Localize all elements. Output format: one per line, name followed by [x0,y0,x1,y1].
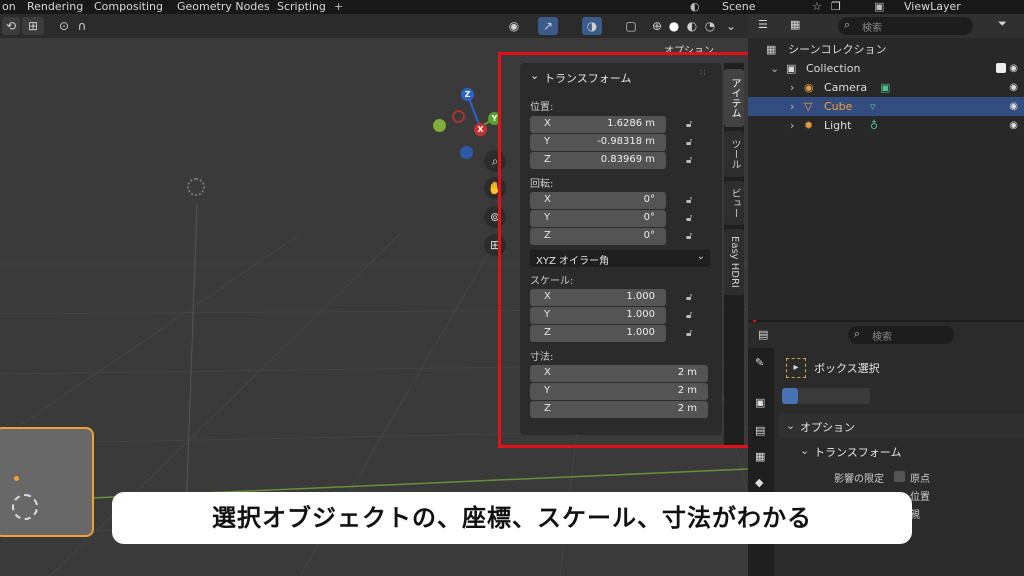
gizmo-x-axis[interactable]: X [474,123,487,136]
output-tab-icon[interactable]: ▤ [755,424,765,437]
list-item-label: Camera [824,81,868,94]
properties-search-input[interactable]: ⌕ 検索 [848,326,954,344]
section-label: オプション [800,421,855,434]
camera-data-icon[interactable]: ▣ [880,78,890,97]
collection-row[interactable]: ⌄ ▣ Collection ◉ [748,59,1024,78]
material-shading-icon[interactable]: ◐ [683,17,701,35]
cube-row[interactable]: › ▽ Cube ▿ ◉ [748,97,1024,116]
gizmo-neg-x[interactable] [452,110,465,123]
editor-type-icon[interactable]: ▤ [758,328,768,341]
scene-collection-row[interactable]: ▦ シーンコレクション [748,40,1024,59]
eye-icon[interactable]: ◉ [1009,97,1018,116]
pin-icon[interactable]: ☆ [812,0,822,14]
chevron-down-icon: ⌄ [786,419,796,432]
tool-name-label: ボックス選択 [814,362,880,375]
origin-label: 原点 [910,474,930,485]
viewport-header: ⟲ ⊞ ⊙ ∩ ◉ ↗ ◑ ▢ ⊕ ● ◐ ◔ ⌄ [0,14,748,38]
gizmo-z-axis[interactable]: Z [461,88,474,101]
section-label: トランスフォーム [814,446,902,459]
gizmo-neg-z[interactable] [460,146,473,159]
outliner-search-input[interactable]: ⌕ 検索 [838,17,973,35]
caption-banner: 選択オブジェクトの、座標、スケール、寸法がわかる [112,492,912,544]
add-workspace-button[interactable]: + [334,0,343,14]
eye-icon[interactable]: ◉ [1009,116,1018,135]
falloff-icon[interactable]: ∩ [73,17,91,35]
tool-tab-icon[interactable]: ✎ [755,356,764,369]
location-label: 位置 [910,492,930,503]
xray-icon[interactable]: ▢ [622,17,640,35]
tab-compositing[interactable]: Compositing [94,0,163,14]
scene-name-field[interactable]: Scene [722,0,756,14]
tab-rendering[interactable]: Rendering [27,0,83,14]
mesh-data-icon[interactable]: ▿ [870,97,876,116]
collection-icon: ▣ [786,62,797,75]
light-icon: ✹ [804,119,814,132]
checkbox-icon[interactable] [996,63,1006,73]
chevron-down-icon[interactable]: ⌄ [770,59,779,78]
select-mode-new-icon[interactable] [782,388,798,404]
affect-only-label: 影響の限定 [834,474,884,485]
workspace-tab-bar: on Rendering Compositing Geometry Nodes … [0,0,1024,14]
outliner-header: ☰ ▦ ⌕ 検索 ⏷ [748,14,1024,38]
tab-geometry-nodes[interactable]: Geometry Nodes [177,0,270,14]
gizmo-neg-y[interactable] [433,119,446,132]
tab-scripting[interactable]: Scripting [277,0,326,14]
view-layer-tab-icon[interactable]: ▦ [755,450,765,463]
options-section[interactable]: ⌄ オプション [778,414,1024,438]
render-tab-icon[interactable]: ▣ [755,396,765,409]
eye-icon[interactable]: ◉ [1009,59,1018,78]
3d-cursor-icon[interactable] [12,494,38,520]
light-row[interactable]: › ✹ Light ♁ ◉ [748,116,1024,135]
select-mode-buttons[interactable] [782,388,870,404]
list-item-label: Collection [806,62,861,75]
origin-checkbox[interactable] [894,471,905,482]
search-placeholder: 検索 [862,23,882,34]
scene-collection-label: シーンコレクション [788,43,887,56]
box-select-icon[interactable]: ▸ [786,358,806,378]
proportional-edit-icon[interactable]: ⊙ [55,17,73,35]
scene-collection-icon: ▦ [766,43,777,56]
chevron-right-icon[interactable]: › [790,78,794,97]
snap-icon[interactable]: ⊞ [22,17,44,35]
display-mode-icon[interactable]: ▦ [790,18,800,31]
transform-subsection[interactable]: ⌄ トランスフォーム [794,440,1024,462]
view-layer-field[interactable]: ViewLayer [904,0,961,14]
highlight-frame [498,52,756,448]
visibility-icon[interactable]: ◉ [505,17,523,35]
scene-icon[interactable]: ◐ [690,0,700,14]
object-origin-dot [14,476,19,481]
tab-layout[interactable]: on [2,0,16,14]
search-placeholder: 検索 [872,332,892,343]
view-layer-icon[interactable]: ▣ [874,0,884,14]
light-object[interactable] [187,178,205,196]
camera-icon: ◉ [804,81,814,94]
mesh-object-icon: ▽ [804,100,813,113]
lasso-select-icon[interactable]: ⟲ [2,17,20,35]
list-item-label: Cube [824,100,853,113]
filter-icon[interactable]: ⏷ [998,17,1007,31]
cube-object[interactable] [0,427,94,537]
chevron-down-icon: ⌄ [800,444,810,457]
gizmo-toggle-icon[interactable]: ↗ [538,17,558,35]
eye-icon[interactable]: ◉ [1009,78,1018,97]
solid-shading-icon[interactable]: ● [665,17,683,35]
editor-type-icon[interactable]: ☰ [758,18,768,31]
chevron-right-icon[interactable]: › [790,116,794,135]
wireframe-shading-icon[interactable]: ⊕ [648,17,666,35]
outliner-panel: ☰ ▦ ⌕ 検索 ⏷ ▦ シーンコレクション ⌄ ▣ Collection ◉ … [748,14,1024,320]
overlay-toggle-icon[interactable]: ◑ [582,17,602,35]
scene-tab-icon[interactable]: ◆ [755,476,763,489]
search-icon: ⌕ [854,327,861,340]
light-data-icon[interactable]: ♁ [870,116,878,135]
chevron-right-icon[interactable]: › [790,97,794,116]
search-icon: ⌕ [844,18,851,31]
new-scene-icon[interactable]: ❐ [831,0,841,14]
camera-row[interactable]: › ◉ Camera ▣ ◉ [748,78,1024,97]
rendered-shading-icon[interactable]: ◔ [701,17,719,35]
list-item-label: Light [824,119,852,132]
shading-dropdown-icon[interactable]: ⌄ [722,17,740,35]
